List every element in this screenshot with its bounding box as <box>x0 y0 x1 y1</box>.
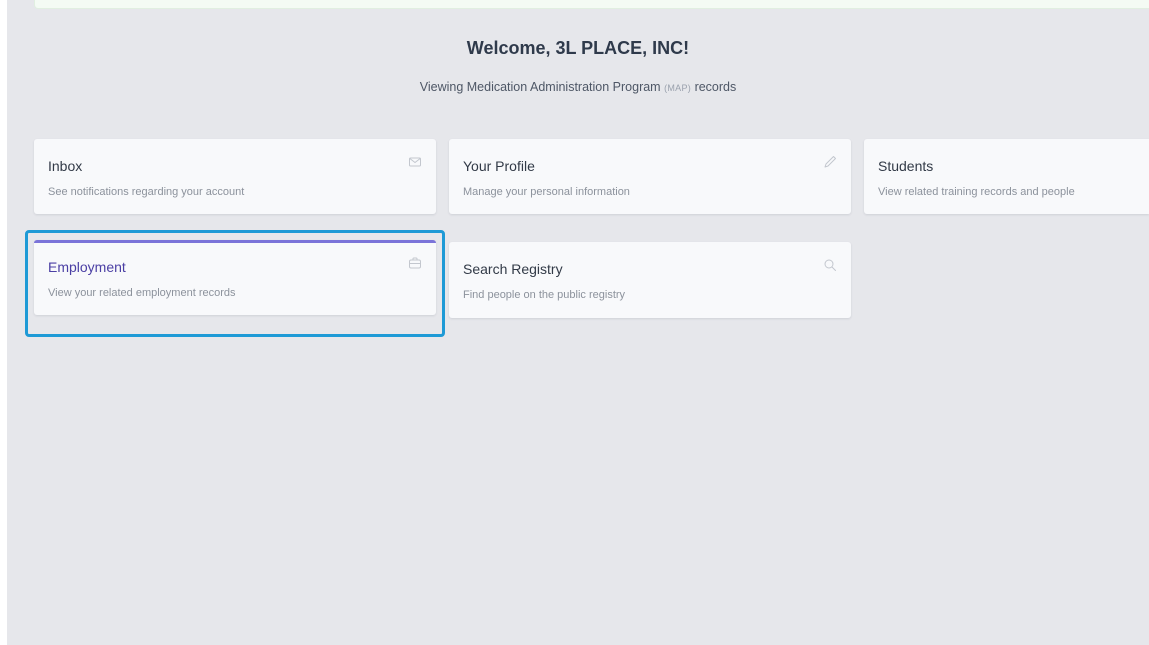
card-title: Your Profile <box>463 158 535 174</box>
page-subtitle: Viewing Medication Administration Progra… <box>7 80 1149 94</box>
card-employment[interactable]: Employment View your related employment … <box>34 240 436 315</box>
page-title: Welcome, 3L PLACE, INC! <box>466 38 690 58</box>
card-description: View your related employment records <box>48 287 236 299</box>
card-inbox[interactable]: Inbox See notifications regarding your a… <box>34 139 436 214</box>
card-title: Students <box>878 158 934 174</box>
card-search-registry[interactable]: Search Registry Find people on the publi… <box>449 242 851 318</box>
card-description: See notifications regarding your account <box>48 186 245 198</box>
dashboard: Welcome, 3L PLACE, INC! Viewing Medicati… <box>7 0 1149 645</box>
search-icon <box>824 259 836 271</box>
card-your-profile[interactable]: Your Profile Manage your personal inform… <box>449 139 851 214</box>
card-description: Manage your personal information <box>463 186 630 198</box>
envelope-icon <box>409 157 421 167</box>
card-title: Search Registry <box>463 261 563 277</box>
briefcase-icon <box>409 257 421 269</box>
pencil-icon <box>824 156 836 168</box>
subtitle-text: Viewing Medication Administration Progra… <box>419 80 661 94</box>
card-description: View related training records and people <box>878 186 1075 198</box>
card-title: Inbox <box>48 158 83 174</box>
subtitle-abbreviation: (MAP) <box>664 83 692 93</box>
top-banner <box>34 0 1149 9</box>
card-description: Find people on the public registry <box>463 289 626 301</box>
card-students[interactable]: Students View related training records a… <box>864 139 1149 214</box>
card-title: Employment <box>48 259 126 275</box>
subtitle-text-end: records <box>694 80 737 94</box>
